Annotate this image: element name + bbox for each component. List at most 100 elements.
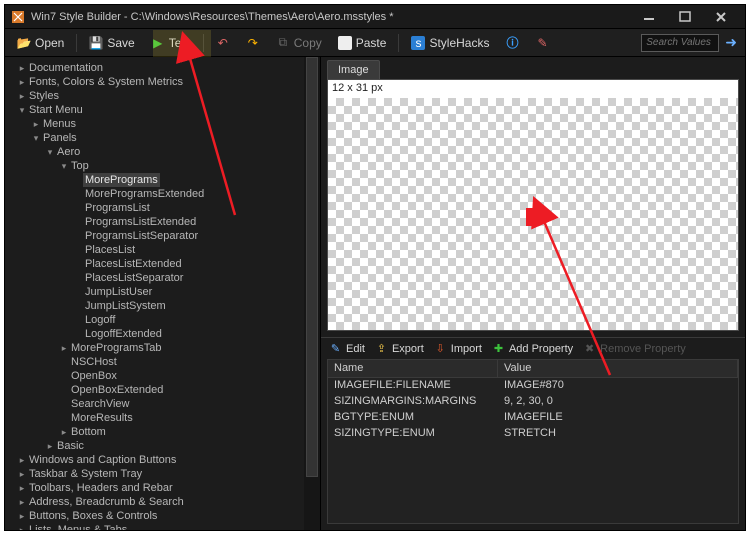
image-preview[interactable]: 12 x 31 px	[327, 79, 739, 331]
tree-item[interactable]: JumpListSystem	[9, 299, 304, 313]
tree-item-label: Panels	[41, 131, 79, 145]
tree-item[interactable]: MoreResults	[9, 411, 304, 425]
close-button[interactable]	[703, 6, 739, 28]
window-title: Win7 Style Builder - C:\Windows\Resource…	[31, 11, 631, 23]
tree-item[interactable]: OpenBoxExtended	[9, 383, 304, 397]
theme-button[interactable]: ✎	[531, 34, 553, 52]
add-property-button[interactable]: ✚Add Property	[492, 342, 573, 355]
tree-item[interactable]: MorePrograms	[9, 173, 304, 187]
tree-item[interactable]: ▸Address, Breadcrumb & Search	[9, 495, 304, 509]
test-button[interactable]: ▶Test	[147, 34, 195, 52]
search-input[interactable]	[641, 34, 719, 52]
stylehacks-button[interactable]: sStyleHacks	[407, 34, 493, 52]
chevron-down-icon[interactable]: ▾	[31, 131, 41, 145]
tree-view[interactable]: ▸Documentation▸Fonts, Colors & System Me…	[5, 57, 304, 530]
tree-item[interactable]: ▾Panels	[9, 131, 304, 145]
tree-item[interactable]: ▸Fonts, Colors & System Metrics	[9, 75, 304, 89]
chevron-down-icon[interactable]: ▾	[17, 103, 27, 117]
tree-item[interactable]: PlacesListSeparator	[9, 271, 304, 285]
info-button[interactable]: ⓘ	[501, 34, 523, 52]
tree-item[interactable]: ▸Buttons, Boxes & Controls	[9, 509, 304, 523]
chevron-right-icon[interactable]: ▸	[17, 509, 27, 523]
chevron-right-icon[interactable]: ▸	[17, 75, 27, 89]
tree-item-label: JumpListSystem	[83, 299, 168, 313]
tree-item-label: MorePrograms	[83, 173, 160, 187]
tree-item-label: SearchView	[69, 397, 132, 411]
redo-icon: ↷	[246, 36, 260, 50]
tree-item-label: ProgramsListExtended	[83, 215, 198, 229]
tree-item[interactable]: PlacesListExtended	[9, 257, 304, 271]
chevron-right-icon[interactable]: ▸	[17, 523, 27, 530]
chevron-right-icon[interactable]: ▸	[17, 481, 27, 495]
property-row[interactable]: IMAGEFILE:FILENAMEIMAGE#870	[328, 378, 738, 394]
tree-item[interactable]: SearchView	[9, 397, 304, 411]
property-grid[interactable]: Name Value IMAGEFILE:FILENAMEIMAGE#870SI…	[327, 359, 739, 524]
tree-item-label: Logoff	[83, 313, 117, 327]
tree-item[interactable]: ▸MoreProgramsTab	[9, 341, 304, 355]
tree-item[interactable]: JumpListUser	[9, 285, 304, 299]
import-property-button[interactable]: ⇩Import	[434, 342, 482, 355]
tree-item[interactable]: ▸Lists, Menus & Tabs	[9, 523, 304, 530]
tree-item[interactable]: ▸Menus	[9, 117, 304, 131]
maximize-button[interactable]	[667, 6, 703, 28]
main-toolbar: 📂Open 💾Save ▶Test ↶ ↷ ⧉Copy Paste sStyle…	[5, 29, 745, 57]
remove-property-button[interactable]: ✖Remove Property	[583, 342, 686, 355]
chevron-down-icon[interactable]: ▾	[45, 145, 55, 159]
tree-item[interactable]: ProgramsListExtended	[9, 215, 304, 229]
tree-item[interactable]: ▸Windows and Caption Buttons	[9, 453, 304, 467]
tree-item[interactable]: OpenBox	[9, 369, 304, 383]
tree-item[interactable]: ▾Aero	[9, 145, 304, 159]
tree-item[interactable]: ProgramsListSeparator	[9, 229, 304, 243]
paste-icon	[338, 36, 352, 50]
tree-scrollbar[interactable]	[304, 57, 320, 530]
stylehacks-icon: s	[411, 36, 425, 50]
open-button[interactable]: 📂Open	[13, 34, 68, 52]
tree-item-label: Start Menu	[27, 103, 85, 117]
chevron-right-icon[interactable]: ▸	[17, 467, 27, 481]
image-tab[interactable]: Image	[327, 60, 380, 79]
export-property-button[interactable]: ⇪Export	[375, 342, 424, 355]
titlebar[interactable]: Win7 Style Builder - C:\Windows\Resource…	[5, 5, 745, 29]
export-icon: ⇪	[375, 342, 388, 355]
redo-button[interactable]: ↷	[242, 34, 264, 52]
tree-item[interactable]: Logoff	[9, 313, 304, 327]
tree-item[interactable]: ProgramsList	[9, 201, 304, 215]
edit-icon: ✎	[329, 342, 342, 355]
property-row[interactable]: SIZINGMARGINS:MARGINS9, 2, 30, 0	[328, 394, 738, 410]
tree-item[interactable]: ▸Basic	[9, 439, 304, 453]
tree-item[interactable]: ▸Documentation	[9, 61, 304, 75]
tree-item[interactable]: ▸Taskbar & System Tray	[9, 467, 304, 481]
tree-item[interactable]: ▸Styles	[9, 89, 304, 103]
tree-item[interactable]: MoreProgramsExtended	[9, 187, 304, 201]
tree-item[interactable]: LogoffExtended	[9, 327, 304, 341]
search-go-icon[interactable]: ➜	[725, 34, 737, 51]
copy-button[interactable]: ⧉Copy	[272, 34, 326, 52]
chevron-right-icon[interactable]: ▸	[17, 89, 27, 103]
chevron-right-icon[interactable]: ▸	[45, 439, 55, 453]
chevron-right-icon[interactable]: ▸	[17, 453, 27, 467]
tree-item-label: Address, Breadcrumb & Search	[27, 495, 186, 509]
chevron-down-icon[interactable]: ▾	[59, 159, 69, 173]
chevron-right-icon[interactable]: ▸	[17, 495, 27, 509]
undo-button[interactable]: ↶	[212, 34, 234, 52]
tree-item[interactable]: NSCHost	[9, 355, 304, 369]
chevron-right-icon[interactable]: ▸	[31, 117, 41, 131]
property-grid-header[interactable]: Name Value	[328, 360, 738, 378]
chevron-right-icon[interactable]: ▸	[59, 341, 69, 355]
edit-property-button[interactable]: ✎Edit	[329, 342, 365, 355]
tree-item[interactable]: ▸Bottom	[9, 425, 304, 439]
minimize-button[interactable]	[631, 6, 667, 28]
property-row[interactable]: SIZINGTYPE:ENUMSTRETCH	[328, 426, 738, 442]
scrollbar-thumb[interactable]	[306, 57, 318, 477]
tree-item[interactable]: ▾Top	[9, 159, 304, 173]
tree-item[interactable]: PlacesList	[9, 243, 304, 257]
column-name[interactable]: Name	[328, 360, 498, 377]
property-row[interactable]: BGTYPE:ENUMIMAGEFILE	[328, 410, 738, 426]
chevron-right-icon[interactable]: ▸	[59, 425, 69, 439]
chevron-right-icon[interactable]: ▸	[17, 61, 27, 75]
tree-item[interactable]: ▸Toolbars, Headers and Rebar	[9, 481, 304, 495]
paste-button[interactable]: Paste	[334, 34, 391, 52]
tree-item[interactable]: ▾Start Menu	[9, 103, 304, 117]
column-value[interactable]: Value	[498, 360, 738, 377]
save-button[interactable]: 💾Save	[85, 34, 138, 52]
